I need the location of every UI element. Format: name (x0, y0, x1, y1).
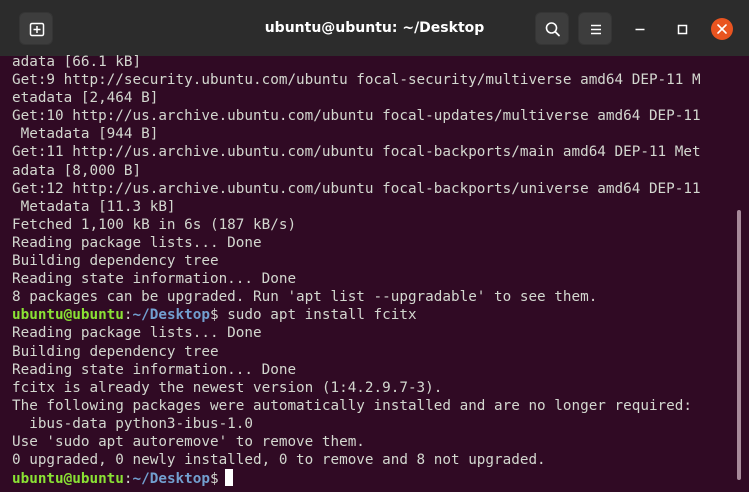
prompt-colon: : (123, 471, 133, 488)
close-button[interactable] (710, 17, 734, 41)
output-line: 8 packages can be upgraded. Run 'apt lis… (12, 289, 598, 306)
output-line: Building dependency tree (12, 253, 219, 270)
output-line: ibus-data python3-ibus-1.0 (12, 415, 254, 432)
output-line: Fetched 1,100 kB in 6s (187 kB/s) (12, 216, 297, 233)
prompt-colon: : (123, 307, 133, 324)
output-line: The following packages were automaticall… (12, 397, 692, 414)
prompt-line[interactable]: ubuntu@ubuntu:~/Desktop$ (12, 469, 740, 487)
output-line: Get:10 http://us.archive.ubuntu.com/ubun… (12, 108, 701, 125)
menu-button[interactable] (578, 12, 612, 45)
hamburger-menu-icon (591, 24, 601, 35)
text-cursor (224, 469, 233, 487)
output-line: Building dependency tree (12, 343, 219, 360)
search-icon (545, 22, 560, 37)
prompt-user: ubuntu@ubuntu (12, 307, 124, 324)
maximize-button[interactable] (670, 17, 694, 41)
prompt-line: ubuntu@ubuntu:~/Desktop$ sudo apt instal… (12, 306, 740, 324)
output-line: Reading state information... Done (12, 361, 297, 378)
prompt-path: ~/Desktop (132, 471, 210, 488)
output-line: Reading state information... Done (12, 271, 297, 288)
prompt-dollar: $ (209, 307, 219, 324)
terminal-output[interactable]: adata [66.1 kB] Get:9 http://security.ub… (12, 53, 740, 492)
output-line: Metadata [11.3 kB] (12, 198, 176, 215)
output-line: Get:11 http://us.archive.ubuntu.com/ubun… (12, 144, 701, 161)
output-line: Reading package lists... Done (12, 325, 262, 342)
output-line: Reading package lists... Done (12, 234, 262, 251)
output-line: etadata [2,464 B] (12, 90, 159, 107)
output-line: Get:12 http://us.archive.ubuntu.com/ubun… (12, 180, 701, 197)
search-button[interactable] (535, 12, 569, 45)
output-line: adata [8,000 B] (12, 162, 142, 179)
output-line: Metadata [944 B] (12, 126, 159, 143)
output-line: adata [66.1 kB] (12, 54, 142, 70)
terminal-window: ubuntu@ubuntu: ~/Desktop adata [66.1 kB]… (0, 0, 749, 492)
close-icon (711, 18, 733, 40)
output-line: Use 'sudo apt autoremove' to remove them… (12, 433, 365, 450)
output-line: Get:9 http://security.ubuntu.com/ubuntu … (12, 72, 701, 89)
prompt-path: ~/Desktop (132, 307, 210, 324)
minimize-icon (635, 28, 645, 31)
minimize-button[interactable] (628, 17, 652, 41)
maximize-icon (677, 24, 688, 35)
prompt-user: ubuntu@ubuntu (12, 471, 124, 488)
titlebar[interactable]: ubuntu@ubuntu: ~/Desktop (0, 0, 749, 56)
command-text: sudo apt install fcitx (218, 307, 417, 324)
scrollbar-thumb[interactable] (737, 210, 741, 480)
prompt-dollar: $ (209, 471, 219, 488)
output-line: fcitx is already the newest version (1:4… (12, 379, 443, 396)
output-line: 0 upgraded, 0 newly installed, 0 to remo… (12, 452, 546, 469)
